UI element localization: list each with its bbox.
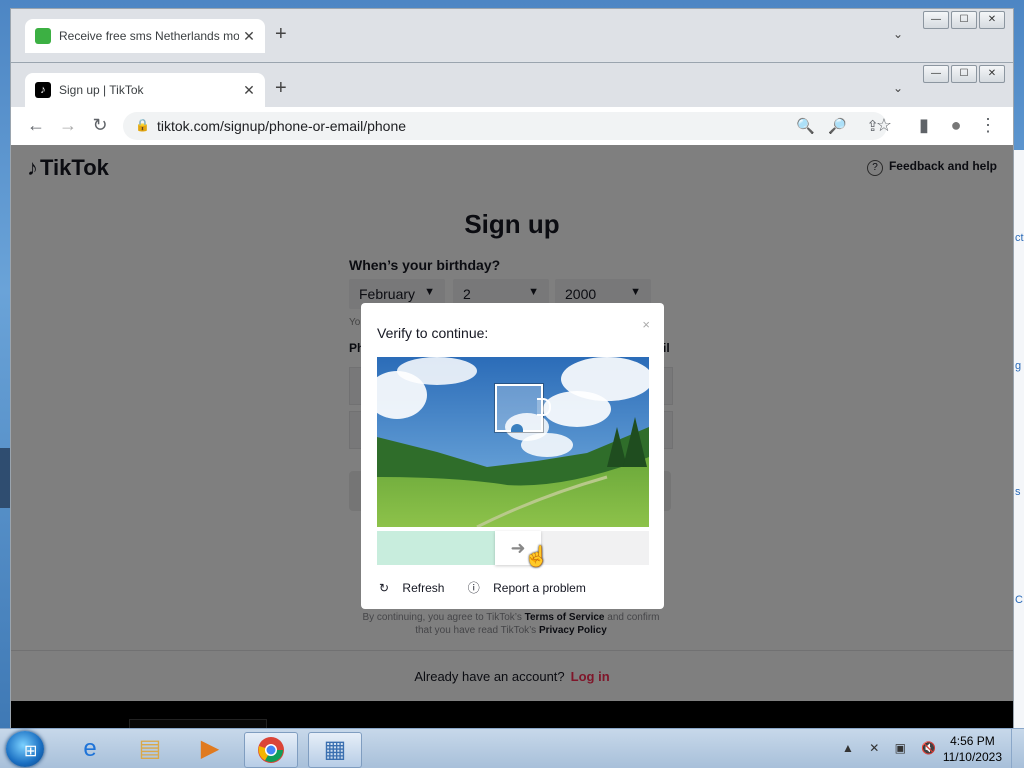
- minimize-button[interactable]: —: [923, 65, 949, 83]
- reload-icon[interactable]: ↻: [89, 115, 111, 136]
- tab-close-icon[interactable]: ✕: [239, 82, 259, 99]
- control-panel-icon[interactable]: ▦: [308, 732, 362, 768]
- taskbar: ⊞ e ▤ ▶ ▦ ▲ ✕ ▣ 🔇 4:56 PM 11/10/2023: [0, 728, 1024, 768]
- file-explorer-icon[interactable]: ▤: [124, 732, 176, 766]
- forward-icon[interactable]: →: [57, 115, 79, 136]
- puzzle-notch: [511, 424, 523, 432]
- browser-window-back[interactable]: Receive free sms Netherlands mo ✕ + ⌄ — …: [10, 8, 1014, 70]
- tab-search-icon[interactable]: ⌄: [893, 27, 903, 41]
- chrome-taskbar-icon[interactable]: [244, 732, 298, 768]
- captcha-slider[interactable]: ➜: [377, 531, 649, 565]
- minimize-button[interactable]: —: [923, 11, 949, 29]
- report-button[interactable]: ⓘ Report a problem: [468, 581, 596, 595]
- show-desktop-button[interactable]: [1011, 729, 1024, 768]
- clock[interactable]: 4:56 PM 11/10/2023: [943, 733, 1002, 765]
- refresh-label: Refresh: [402, 581, 445, 595]
- tab-receive-sms[interactable]: Receive free sms Netherlands mo ✕: [25, 19, 265, 53]
- info-icon: ⓘ: [467, 581, 480, 595]
- tab-title: Receive free sms Netherlands mo: [59, 29, 239, 43]
- back-icon[interactable]: ←: [25, 115, 47, 136]
- clock-time: 4:56 PM: [950, 734, 995, 748]
- windows-logo-icon: ⊞: [24, 743, 38, 760]
- tab-tiktok-signup[interactable]: ♪ Sign up | TikTok ✕: [25, 73, 265, 107]
- clock-date: 11/10/2023: [942, 750, 1002, 764]
- captcha-modal: Verify to continue: × ➜ ☝ ↻ Refresh ⓘ Re…: [361, 303, 664, 609]
- tab-search-icon[interactable]: ⌄: [893, 81, 903, 95]
- window-controls: — ☐ ✕: [923, 65, 1005, 83]
- sms-site-icon: [35, 28, 51, 44]
- tiktok-favicon-icon: ♪: [35, 82, 51, 98]
- tiktok-signup-page: ♪TikTok ?Feedback and help Sign up When’…: [11, 145, 1013, 729]
- refresh-icon: ↻: [379, 581, 390, 595]
- search-icon[interactable]: 🔍: [796, 117, 815, 135]
- background-window-edge: [0, 448, 10, 508]
- landscape-image: [377, 357, 649, 527]
- profile-icon[interactable]: ●: [945, 115, 967, 136]
- puzzle-nub: [537, 398, 551, 416]
- start-button[interactable]: ⊞: [6, 731, 44, 767]
- hand-cursor-icon: ☝: [524, 546, 549, 568]
- refresh-button[interactable]: ↻ Refresh: [379, 581, 454, 595]
- report-label: Report a problem: [493, 581, 586, 595]
- close-icon[interactable]: ×: [642, 317, 650, 332]
- lock-icon[interactable]: 🔒: [135, 118, 150, 132]
- close-button[interactable]: ✕: [979, 65, 1005, 83]
- address-bar[interactable]: 🔒 tiktok.com/signup/phone-or-email/phone…: [123, 112, 887, 140]
- maximize-button[interactable]: ☐: [951, 11, 977, 29]
- bookmark-star-icon[interactable]: ☆: [873, 115, 895, 136]
- url-text[interactable]: tiktok.com/signup/phone-or-email/phone: [157, 118, 406, 134]
- tray-icons[interactable]: ▲ ✕ ▣ 🔇: [842, 741, 942, 755]
- zoom-icon[interactable]: 🔎: [828, 117, 847, 135]
- side-panel-icon[interactable]: ▮: [913, 115, 935, 136]
- captcha-puzzle-image: [377, 357, 649, 527]
- close-button[interactable]: ✕: [979, 11, 1005, 29]
- new-tab-button[interactable]: +: [275, 77, 287, 100]
- system-tray: ▲ ✕ ▣ 🔇 4:56 PM 11/10/2023: [828, 729, 1024, 768]
- tab-strip: Receive free sms Netherlands mo ✕ + ⌄: [11, 9, 1013, 61]
- tab-close-icon[interactable]: ✕: [239, 28, 259, 45]
- tab-title: Sign up | TikTok: [59, 83, 144, 97]
- chrome-icon: [258, 737, 284, 763]
- browser-window-front[interactable]: — ☐ ✕ ♪ Sign up | TikTok ✕ + ⌄ ← → ↻ 🔒 t…: [10, 62, 1014, 730]
- puzzle-slot: [495, 384, 551, 432]
- browser-toolbar: ← → ↻ 🔒 tiktok.com/signup/phone-or-email…: [11, 107, 1013, 145]
- captcha-title: Verify to continue:: [377, 325, 489, 341]
- window-controls: — ☐ ✕: [923, 11, 1005, 29]
- captcha-actions: ↻ Refresh ⓘ Report a problem: [379, 579, 606, 596]
- media-player-icon[interactable]: ▶: [184, 732, 236, 766]
- menu-icon[interactable]: ⋮: [977, 115, 999, 136]
- internet-explorer-icon[interactable]: e: [64, 732, 116, 766]
- slider-progress: [377, 531, 495, 565]
- maximize-button[interactable]: ☐: [951, 65, 977, 83]
- new-tab-button[interactable]: +: [275, 23, 287, 46]
